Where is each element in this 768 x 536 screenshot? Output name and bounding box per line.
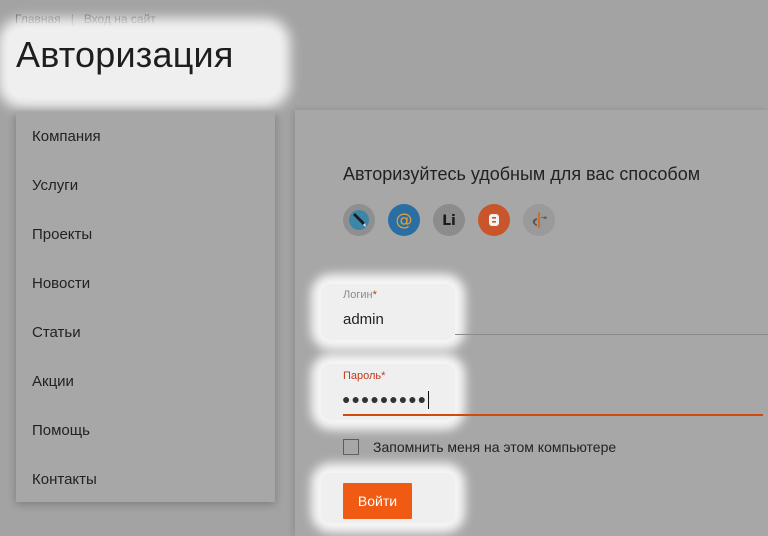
password-input[interactable]: ●●●●●●●●● [342,391,430,410]
login-underline [455,334,768,335]
sidebar-item-company[interactable]: Компания [16,112,275,161]
sidebar-item-label: Услуги [32,177,79,194]
breadcrumb-separator: | [70,12,74,26]
login-label: Логин* [343,289,377,301]
sidebar-item-help[interactable]: Помощь [16,406,275,455]
sidebar-item-label: Акции [32,373,74,390]
liveinternet-icon[interactable]: Li [433,204,465,236]
sidebar-item-label: Помощь [32,422,90,439]
sidebar-item-contacts[interactable]: Контакты [16,455,275,504]
password-underline [343,414,763,416]
svg-text:@: @ [396,211,413,231]
remember-me-checkbox[interactable] [343,439,359,455]
sidebar-item-label: Новости [32,275,91,292]
auth-heading: Авторизуйтесь удобным для вас способом [343,164,701,184]
breadcrumb: Главная | Вход на сайт [15,12,156,26]
login-button[interactable]: Войти [343,483,412,519]
login-field-highlight [321,284,455,340]
social-login-list: @ Li [343,204,555,236]
mailru-icon[interactable]: @ [388,204,420,236]
sidebar-item-articles[interactable]: Статьи [16,308,275,357]
login-input[interactable]: admin [343,311,384,328]
sidebar-item-label: Статьи [32,324,81,341]
sidebar-item-label: Контакты [32,471,97,488]
sidebar-item-services[interactable]: Услуги [16,161,275,210]
sidebar-nav: Компания Услуги Проекты Новости Статьи А… [16,112,275,502]
page-title: Авторизация [16,34,234,75]
sidebar-item-label: Компания [32,128,101,145]
blogger-icon[interactable] [478,204,510,236]
remember-me-label[interactable]: Запомнить меня на этом компьютере [373,439,616,455]
breadcrumb-home-link[interactable]: Главная [15,12,61,26]
svg-text:Li: Li [442,213,456,229]
breadcrumb-current: Вход на сайт [83,12,156,26]
password-label: Пароль* [343,370,386,382]
sidebar-item-promotions[interactable]: Акции [16,357,275,406]
sidebar-item-projects[interactable]: Проекты [16,210,275,259]
sidebar-item-label: Проекты [32,226,93,243]
sidebar-item-news[interactable]: Новости [16,259,275,308]
openid-icon[interactable] [523,204,555,236]
text-caret [428,391,430,410]
livejournal-icon[interactable] [343,204,375,236]
